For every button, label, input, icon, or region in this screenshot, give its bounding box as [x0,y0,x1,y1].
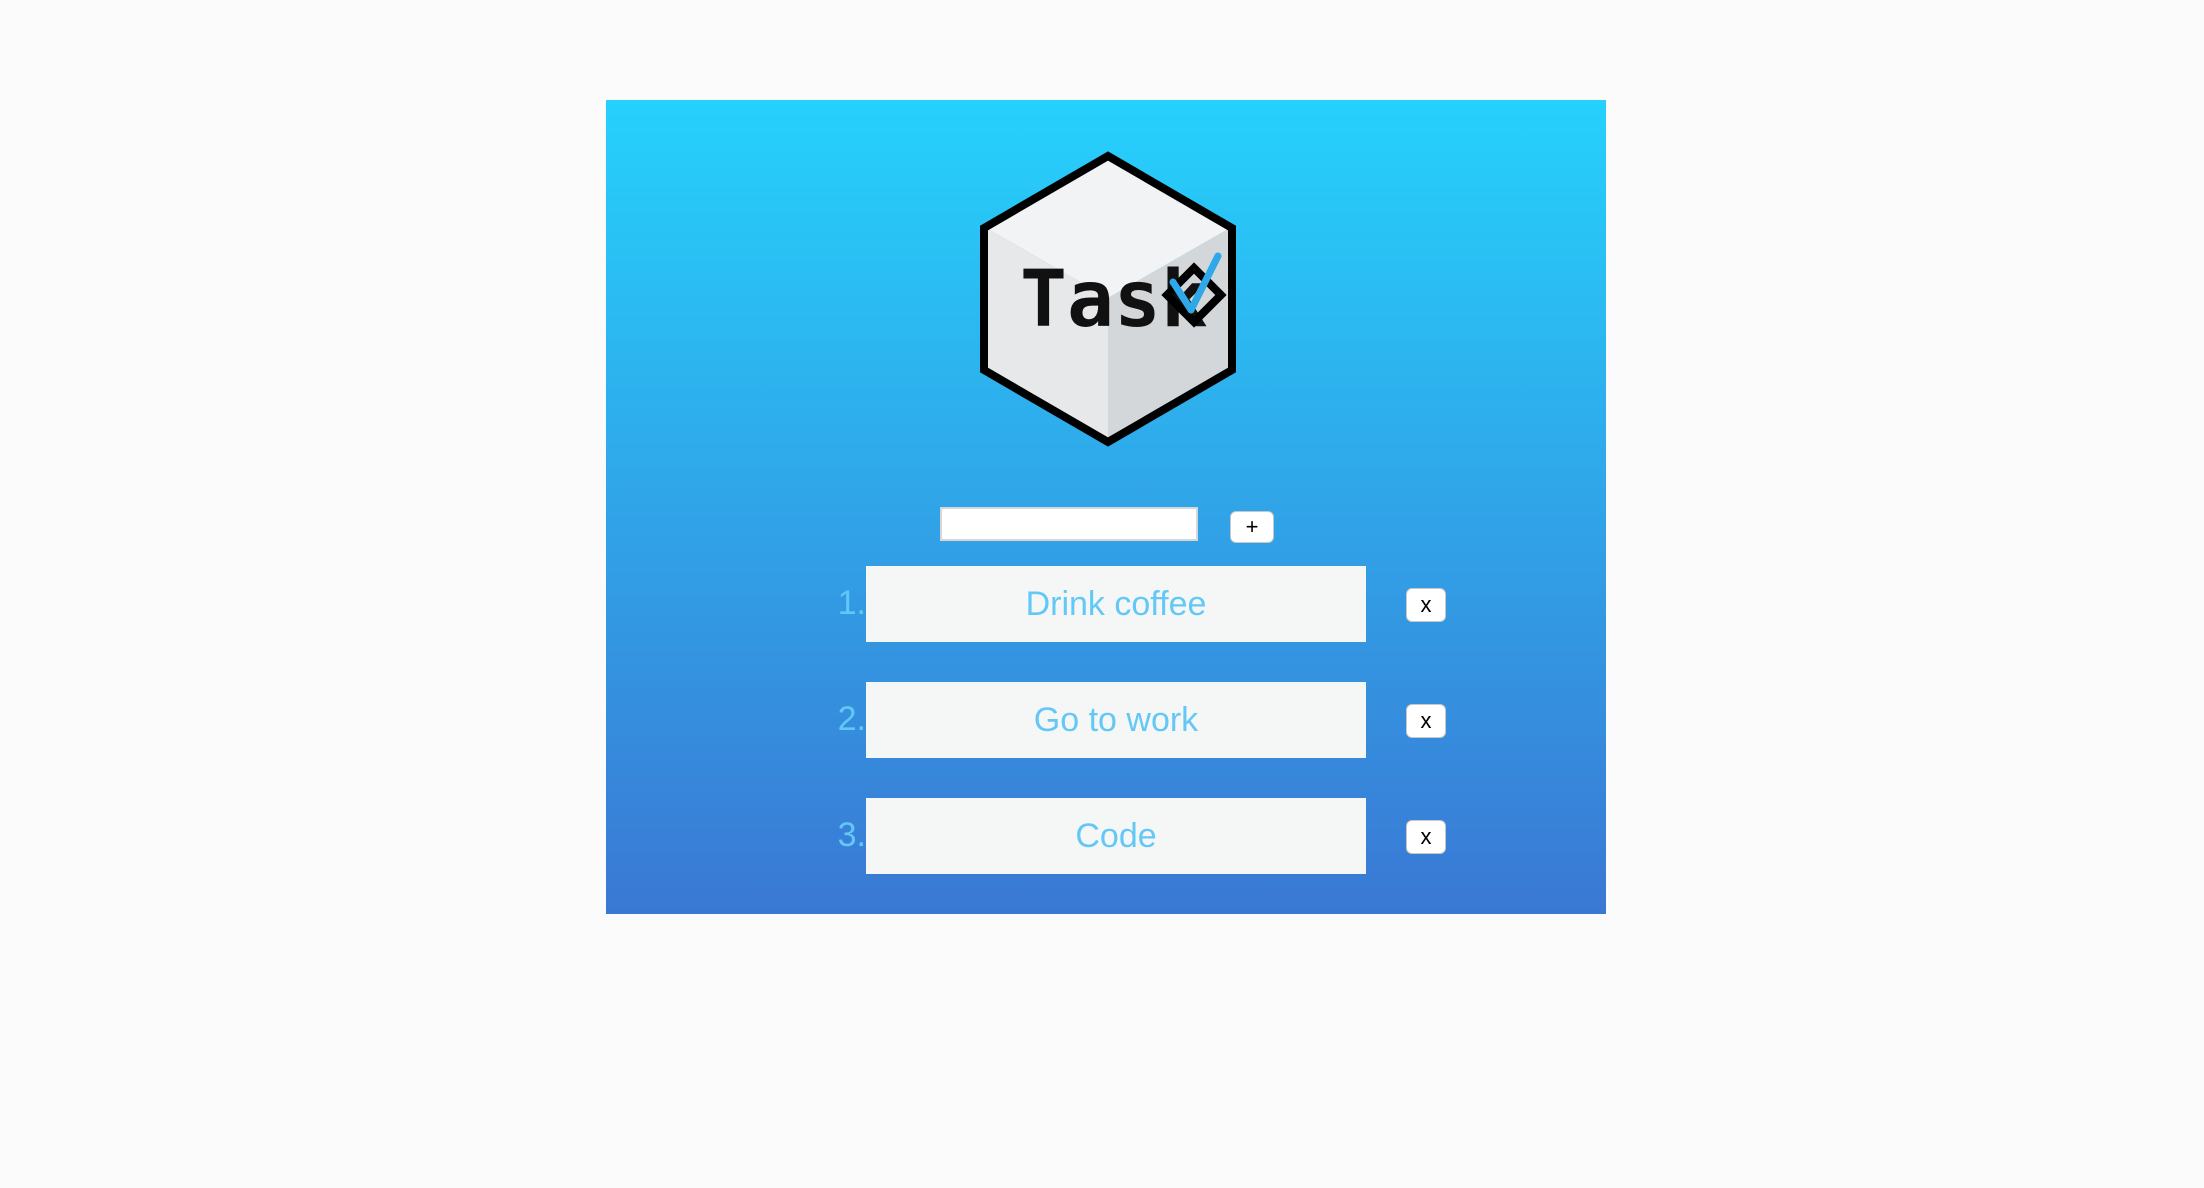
delete-task-button[interactable]: x [1406,820,1446,854]
task-text[interactable]: Go to work [866,682,1366,758]
new-task-input[interactable] [940,507,1198,541]
add-task-button[interactable]: + [1230,511,1274,543]
task-number: 3. [837,816,866,854]
task-number: 2. [837,700,866,738]
task-item: 2. Go to work x [806,682,1446,798]
task-text[interactable]: Drink coffee [866,566,1366,642]
logo-text: Task [1020,255,1208,345]
task-item: 1. Drink coffee x [806,566,1446,682]
task-number: 1. [837,584,866,622]
app-panel: Task + 1. Drink coffee x 2. Go to work x… [606,100,1606,914]
task-list: 1. Drink coffee x 2. Go to work x 3. Cod… [806,566,1446,914]
task-logo: Task [980,151,1236,447]
task-text[interactable]: Code [866,798,1366,874]
delete-task-button[interactable]: x [1406,588,1446,622]
task-item: 3. Code x [806,798,1446,914]
delete-task-button[interactable]: x [1406,704,1446,738]
